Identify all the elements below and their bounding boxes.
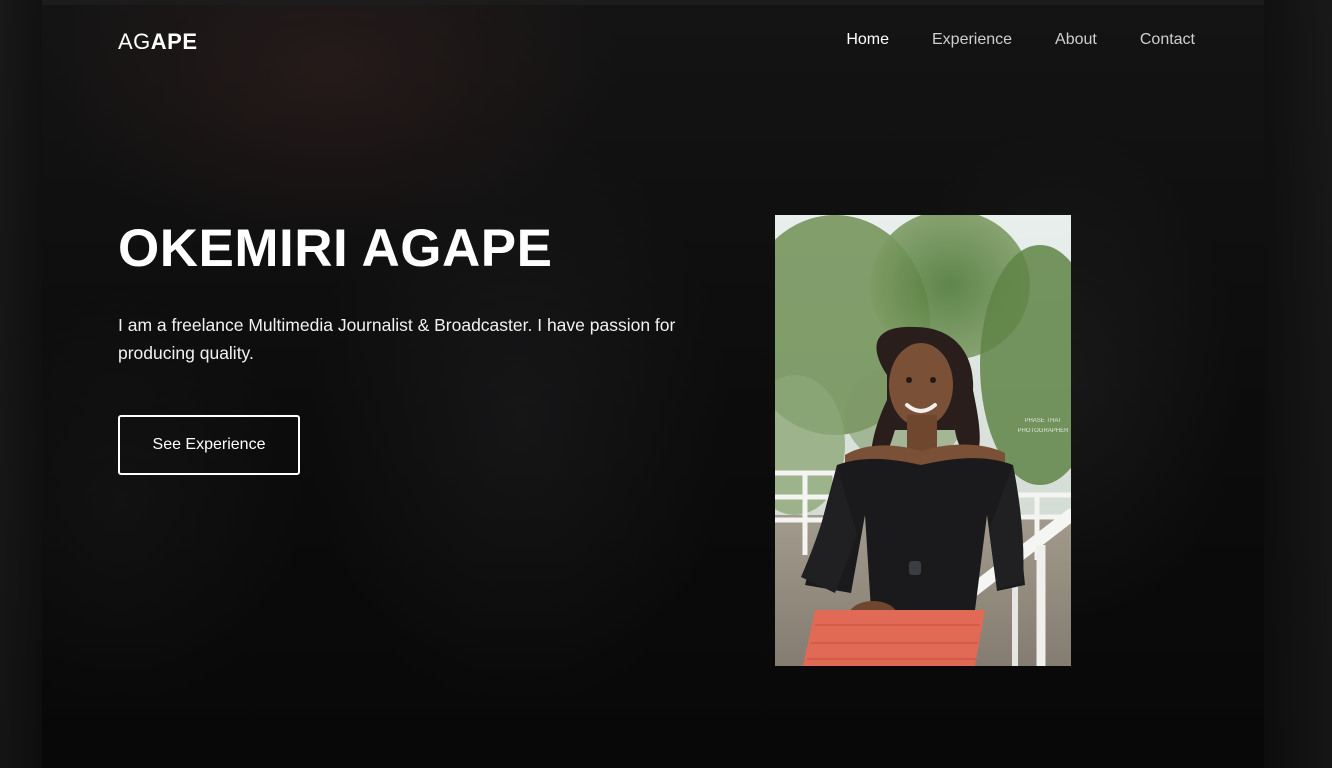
nav-about[interactable]: About [1055,31,1097,49]
portrait-illustration: PHASE THAT PHOTOGRAPHER [775,215,1071,666]
nav-contact[interactable]: Contact [1140,31,1195,49]
nav-experience[interactable]: Experience [932,31,1012,49]
page: AGAPE Home Experience About Contact OKEM… [0,0,1332,768]
background-shade-right [1264,0,1332,768]
site-logo[interactable]: AGAPE [118,29,198,55]
background-shade-left [0,0,42,768]
see-experience-button[interactable]: See Experience [118,415,300,475]
main-nav: Home Experience About Contact [846,31,1195,49]
watermark-line1: PHASE THAT [1024,418,1061,424]
hero-title: OKEMIRI AGAPE [118,219,553,278]
logo-light-text: AG [118,29,151,54]
watermark-line2: PHOTOGRAPHER [1018,428,1070,434]
nav-home[interactable]: Home [846,31,889,49]
hero-description: I am a freelance Multimedia Journalist &… [118,315,676,363]
portrait-photo: PHASE THAT PHOTOGRAPHER [775,215,1071,666]
logo-bold-text: APE [150,29,198,54]
top-edge [42,0,1264,5]
